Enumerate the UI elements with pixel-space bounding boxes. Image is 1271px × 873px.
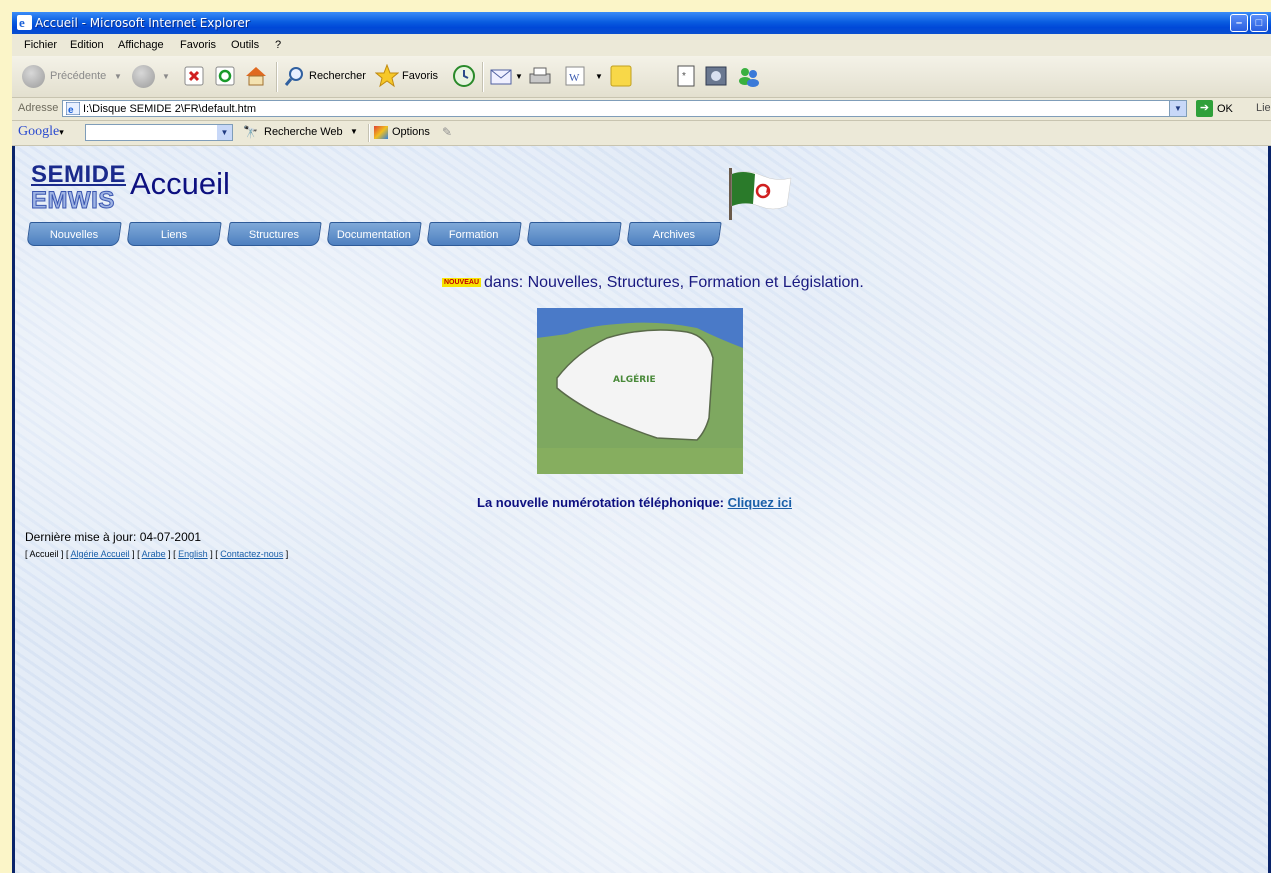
web-search-button[interactable]: 🔭 Recherche Web ▼ [243,125,361,142]
refresh-icon [215,66,235,86]
chevron-down-icon[interactable]: ▼ [515,56,523,97]
browser-window: e Accueil - Microsoft Internet Explorer … [12,12,1271,873]
chevron-down-icon[interactable]: ▼ [217,125,232,140]
refresh-button[interactable] [215,56,237,97]
algeria-flag-image [729,168,792,220]
google-toolbar: Google▾ ▼ 🔭 Recherche Web ▼ Options ✎ [12,121,1271,146]
binoculars-icon: 🔭 [243,125,258,139]
messenger-button[interactable] [737,56,763,97]
star-icon [375,64,399,88]
google-search-input[interactable]: ▼ [85,124,233,141]
page-content: SEMIDE EMWIS Accueil Nouvelles Liens Str… [15,146,1268,873]
address-url: I:\Disque SEMIDE 2\FR\default.htm [83,103,257,115]
nav-documentation[interactable]: Documentation [326,222,422,246]
menu-favoris[interactable]: Favoris [180,34,216,56]
address-bar: Adresse e I:\Disque SEMIDE 2\FR\default.… [12,98,1271,121]
map-label: ALGÉRIE [613,373,656,385]
forward-arrow-icon [132,65,155,88]
nav-formation[interactable]: Formation [426,222,522,246]
menu-bar: Fichier Edition Affichage Favoris Outils… [12,34,1271,57]
svg-text:*: * [682,71,686,82]
news-text: dans: Nouvelles, Structures, Formation e… [484,274,864,291]
toolbar-separator [276,62,278,92]
mail-icon [490,69,512,85]
phone-notice: La nouvelle numérotation téléphonique: C… [477,495,792,510]
chevron-down-icon[interactable]: ▼ [595,56,603,97]
page-icon: e [66,102,80,115]
footer-link-contact[interactable]: Contactez-nous [220,549,283,559]
nav-structures[interactable]: Structures [226,222,322,246]
menu-help[interactable]: ? [275,34,281,56]
media-button[interactable] [705,56,731,97]
links-label[interactable]: Lie [1256,102,1271,114]
go-arrow-icon: ➔ [1196,100,1213,117]
menu-fichier[interactable]: Fichier [24,34,57,56]
toolbar-separator [368,124,370,142]
mail-button[interactable]: ▼ [490,56,528,97]
note-icon [610,65,632,87]
print-button[interactable] [528,56,554,97]
nav-archives[interactable]: Archives [626,222,722,246]
footer-link-arabe[interactable]: Arabe [142,549,166,559]
chevron-down-icon[interactable]: ▼ [162,56,170,97]
footer-link-english[interactable]: English [178,549,208,559]
options-icon [374,126,388,139]
chevron-down-icon[interactable]: ▼ [114,56,122,97]
title-bar[interactable]: e Accueil - Microsoft Internet Explorer … [12,12,1271,34]
new-badge: NOUVEAU [442,278,482,287]
search-icon [284,67,303,86]
research-icon: * [677,65,695,87]
options-button[interactable]: Options [374,125,444,142]
forward-button[interactable]: ▼ [132,56,177,97]
menu-edition[interactable]: Edition [70,34,104,56]
menu-outils[interactable]: Outils [231,34,259,56]
footer-links: [ Accueil ] [ Algérie Accueil ] [ Arabe … [25,549,289,559]
media-icon [705,66,727,86]
address-input[interactable]: e I:\Disque SEMIDE 2\FR\default.htm ▼ [62,100,1187,117]
history-button[interactable] [452,56,478,97]
toolbar-separator [482,62,484,92]
back-arrow-icon [22,65,45,88]
page-title: Accueil [130,166,230,201]
edit-button[interactable]: W ▼ [565,56,605,97]
minimize-button[interactable]: – [1230,14,1248,32]
history-icon [453,65,475,87]
google-logo[interactable]: Google▾ [18,124,64,140]
svg-text:e: e [19,15,25,30]
stop-icon [184,66,204,86]
menu-affichage[interactable]: Affichage [118,34,164,56]
pencil-icon[interactable]: ✎ [442,125,452,139]
messenger-icon [739,68,759,87]
stop-button[interactable] [184,56,206,97]
research-button[interactable]: * [677,56,699,97]
nav-nouvelles[interactable]: Nouvelles [26,222,122,246]
last-update: Dernière mise à jour: 04-07-2001 [25,530,202,544]
footer-link-algerie[interactable]: Algérie Accueil [71,549,130,559]
go-button[interactable]: ➔ OK [1196,100,1236,117]
window-title: Accueil - Microsoft Internet Explorer [35,16,250,30]
search-button[interactable]: Rechercher [284,56,369,97]
ie-icon: e [17,15,32,30]
standard-toolbar: Précédente ▼ ▼ Rechercher Favoris ▼ W ▼ … [12,56,1271,98]
address-dropdown-button[interactable]: ▼ [1169,101,1186,116]
algeria-map-image[interactable]: ALGÉRIE [537,308,743,474]
svg-text:e: e [68,105,74,115]
print-icon [529,67,551,84]
address-label: Adresse [18,102,59,114]
nav-liens[interactable]: Liens [126,222,222,246]
discuss-button[interactable] [610,56,636,97]
phone-link[interactable]: Cliquez ici [728,495,792,510]
news-announcement: NOUVEAU dans: Nouvelles, Structures, Form… [442,274,864,292]
maximize-button[interactable]: □ [1250,14,1268,32]
back-button[interactable]: Précédente ▼ [22,56,122,97]
home-icon [246,67,266,86]
nav-empty[interactable] [526,222,622,246]
chevron-down-icon[interactable]: ▼ [350,127,358,136]
footer-current: Accueil [29,549,59,559]
favorites-button[interactable]: Favoris [375,56,445,97]
word-icon: W [565,66,585,86]
svg-text:W: W [569,72,580,84]
home-button[interactable] [244,56,270,97]
